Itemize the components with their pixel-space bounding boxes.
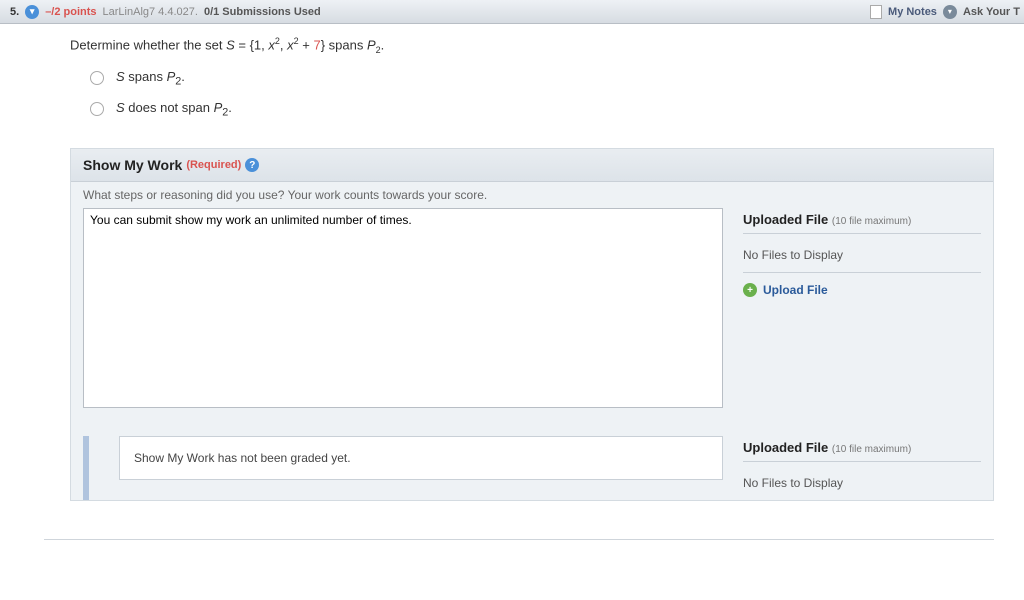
points-label: –/2 points — [45, 6, 96, 18]
expand-icon[interactable]: ▾ — [25, 5, 39, 19]
no-files-label-2: No Files to Display — [743, 462, 981, 500]
ask-teacher-link[interactable]: Ask Your T — [963, 6, 1020, 18]
submissions-label: 0/1 Submissions Used — [204, 6, 321, 18]
radio-icon[interactable] — [90, 71, 104, 85]
upload-file-link[interactable]: + Upload File — [743, 273, 981, 307]
smw-required-label: (Required) — [186, 159, 241, 171]
upload-column: Uploaded File (10 file maximum) No Files… — [723, 208, 993, 307]
radio-icon[interactable] — [90, 102, 104, 116]
answer-options: S spans P2. S does not span P2. — [90, 69, 994, 118]
smw-textarea[interactable] — [83, 208, 723, 408]
question-number: 5. — [10, 6, 19, 18]
smw-title: Show My Work — [83, 157, 182, 173]
option-a[interactable]: S spans P2. — [90, 69, 994, 88]
show-my-work-panel: Show My Work (Required) ? What steps or … — [70, 148, 994, 501]
option-b-label: S does not span P2. — [116, 100, 232, 119]
smw-not-graded-box: Show My Work has not been graded yet. — [119, 436, 723, 480]
upload-column-readonly: Uploaded File (10 file maximum) No Files… — [723, 436, 993, 500]
uploaded-file-header: Uploaded File (10 file maximum) — [743, 208, 981, 234]
chevron-down-icon[interactable]: ▾ — [943, 5, 957, 19]
question-prompt: Determine whether the set S = {1, x2, x2… — [70, 36, 994, 55]
question-content: Determine whether the set S = {1, x2, x2… — [0, 24, 1024, 513]
option-a-label: S spans P2. — [116, 69, 185, 88]
plus-icon: + — [743, 283, 757, 297]
source-label: LarLinAlg7 4.4.027. — [103, 6, 198, 18]
notes-icon — [870, 5, 882, 19]
accent-bar — [83, 436, 89, 500]
help-icon[interactable]: ? — [245, 158, 259, 172]
question-header-bar: 5. ▾ –/2 points LarLinAlg7 4.4.027. 0/1 … — [0, 0, 1024, 24]
smw-subtitle: What steps or reasoning did you use? You… — [71, 182, 993, 208]
option-b[interactable]: S does not span P2. — [90, 100, 994, 119]
no-files-label: No Files to Display — [743, 234, 981, 273]
my-notes-link[interactable]: My Notes — [888, 6, 937, 18]
uploaded-file-header-2: Uploaded File (10 file maximum) — [743, 436, 981, 462]
smw-header: Show My Work (Required) ? — [71, 149, 993, 182]
divider — [44, 539, 994, 540]
